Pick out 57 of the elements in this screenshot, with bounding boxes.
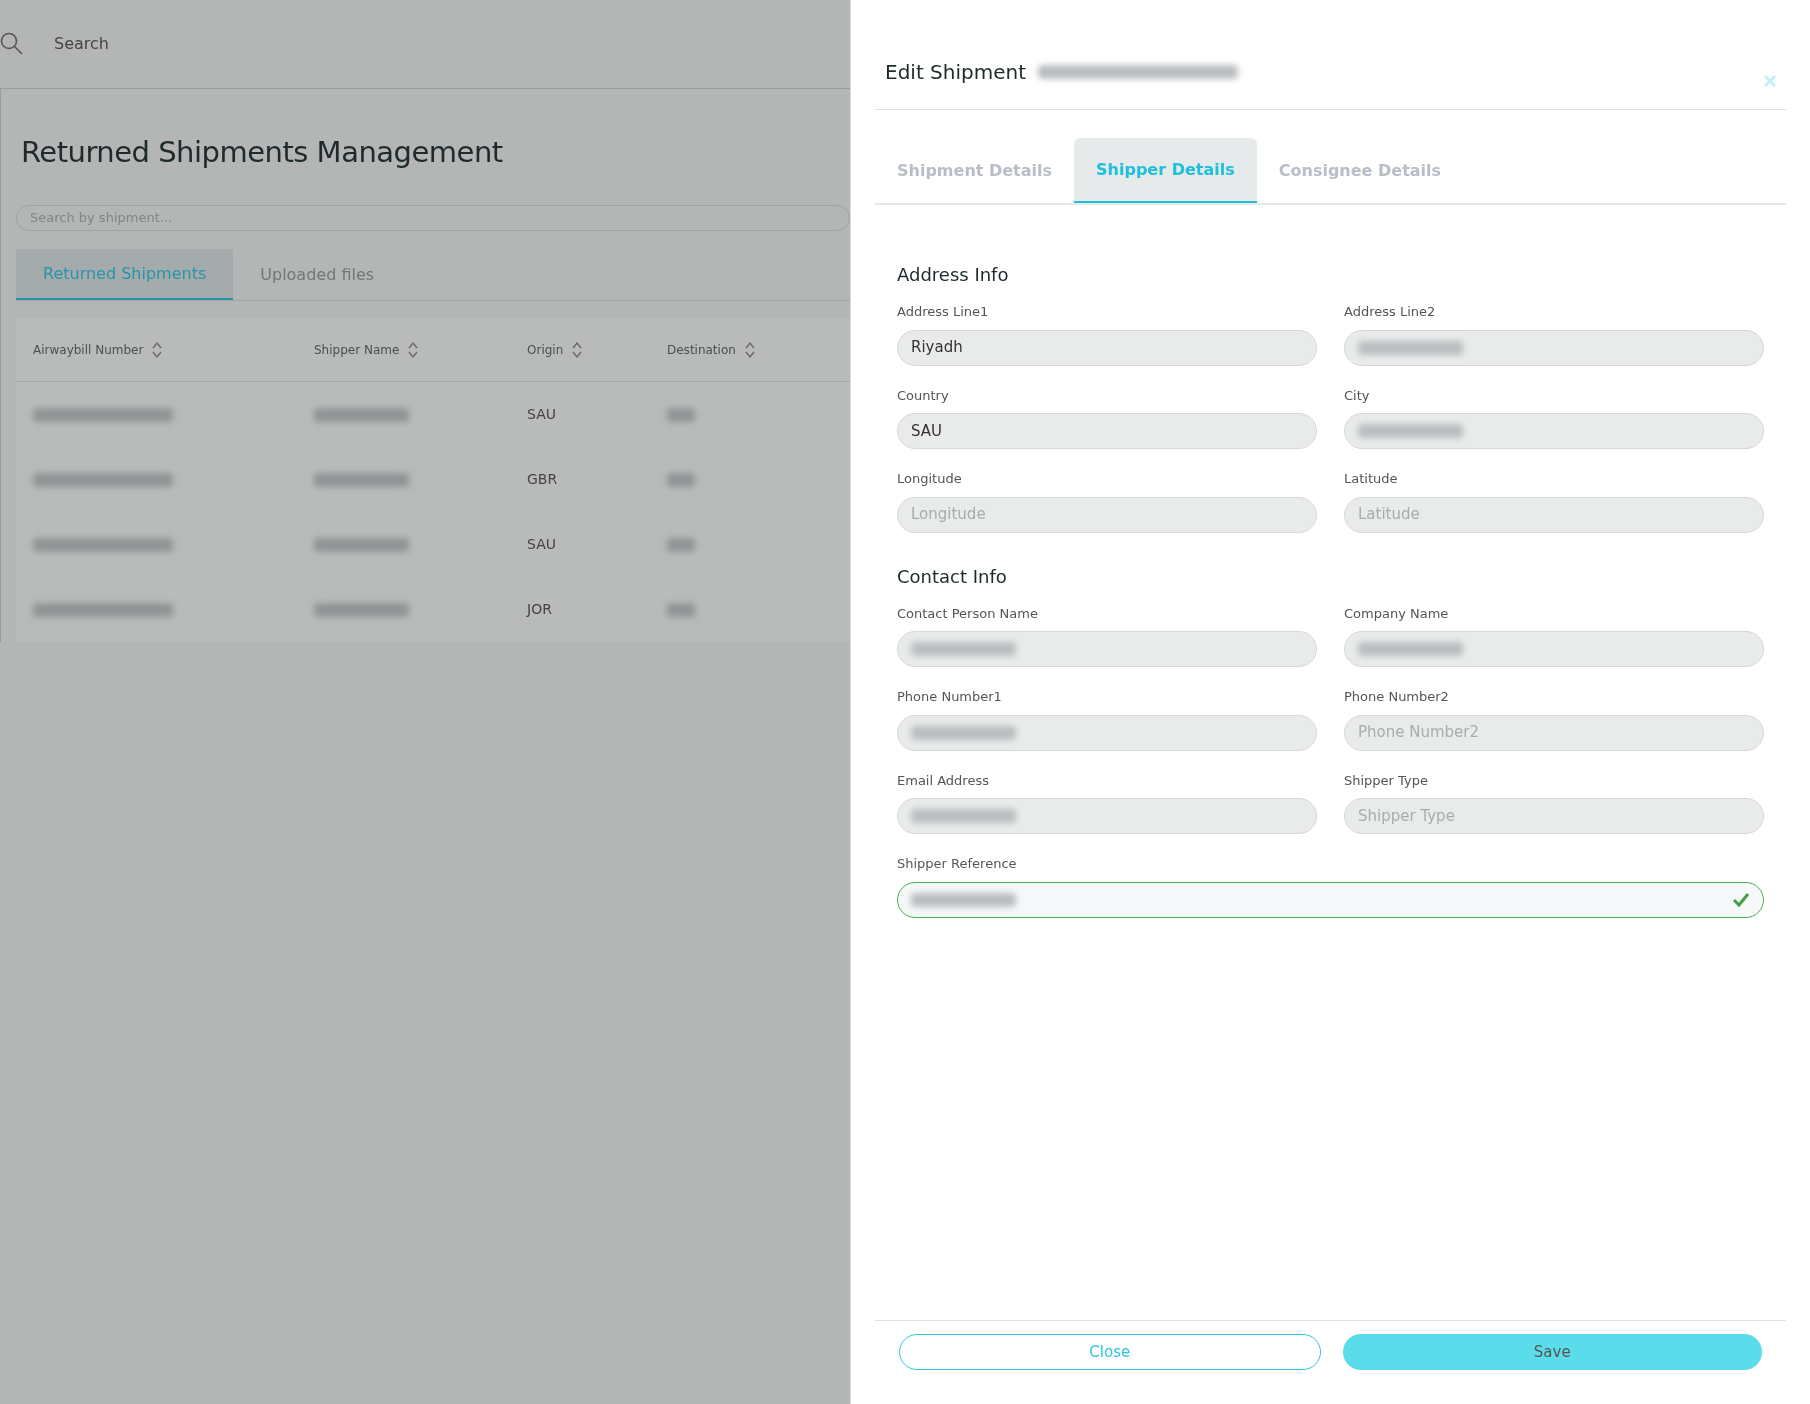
table-cell-text: GBR xyxy=(527,470,559,489)
redacted-text xyxy=(667,602,695,617)
table-cell-text: SAU xyxy=(527,405,557,424)
sort-icon[interactable] xyxy=(151,340,164,360)
field-label: Company Name xyxy=(1344,604,1450,623)
column-header[interactable]: Destination xyxy=(667,341,736,359)
section-title: Contact Info xyxy=(897,564,1008,589)
field-label: Shipper Reference xyxy=(897,855,1018,873)
input-field[interactable] xyxy=(1344,631,1764,667)
field-label: Address Line2 xyxy=(1344,303,1437,321)
redacted-text xyxy=(667,472,695,487)
section-title: Address Info xyxy=(897,263,1010,287)
save-button[interactable]: Save xyxy=(1342,1334,1762,1370)
table-cell-text: SAU xyxy=(527,535,557,554)
input-field[interactable]: Riyadh xyxy=(897,329,1317,366)
column-header[interactable]: Origin xyxy=(527,341,564,359)
input-field[interactable]: Longitude xyxy=(897,496,1317,533)
tab[interactable]: Uploaded files xyxy=(233,249,402,300)
field-label: Longitude xyxy=(897,470,963,488)
table-cell-text: JOR xyxy=(527,600,553,619)
field-label: Shipper Type xyxy=(1344,771,1429,790)
input-field[interactable] xyxy=(1344,413,1764,449)
input-field[interactable] xyxy=(897,631,1317,667)
field-label: City xyxy=(1344,386,1371,405)
tab[interactable]: Shipment Details xyxy=(875,138,1075,203)
field-label: Phone Number1 xyxy=(897,688,1003,706)
sort-icon[interactable] xyxy=(743,340,756,360)
tab[interactable]: Returned Shipments xyxy=(16,249,234,300)
tab[interactable]: Consignee Details xyxy=(1256,138,1464,203)
redacted-text xyxy=(667,407,695,422)
field-label: Contact Person Name xyxy=(897,604,1039,623)
input-field[interactable] xyxy=(897,881,1764,918)
search-label[interactable]: Search xyxy=(54,32,109,56)
check-icon xyxy=(1732,891,1750,908)
sort-icon[interactable] xyxy=(407,340,420,360)
field-label: Email Address xyxy=(897,771,990,790)
column-header[interactable]: Airwaybill Number xyxy=(33,341,144,359)
field-label: Country xyxy=(897,386,950,405)
input-field[interactable] xyxy=(1344,329,1764,366)
field-label: Phone Number2 xyxy=(1344,688,1450,706)
search-icon[interactable] xyxy=(0,32,24,56)
page-title: Returned Shipments Management xyxy=(21,134,504,171)
field-label: Address Line1 xyxy=(897,303,990,321)
close-icon[interactable] xyxy=(1764,75,1776,87)
input-field[interactable] xyxy=(897,798,1317,834)
input-field[interactable]: SAU xyxy=(897,413,1317,449)
redacted-text xyxy=(667,537,695,552)
input-field[interactable]: Shipper Type xyxy=(1344,798,1764,834)
input-field[interactable]: Phone Number2 xyxy=(1344,714,1764,751)
input-field[interactable]: Latitude xyxy=(1344,496,1764,533)
tab[interactable]: Shipper Details xyxy=(1074,138,1257,203)
column-header[interactable]: Shipper Name xyxy=(314,341,400,359)
field-label: Latitude xyxy=(1344,470,1399,488)
close-button[interactable]: Close xyxy=(899,1334,1321,1370)
modal-title: Edit Shipment xyxy=(885,59,1026,86)
input-field[interactable] xyxy=(897,714,1317,751)
sort-icon[interactable] xyxy=(571,340,584,360)
